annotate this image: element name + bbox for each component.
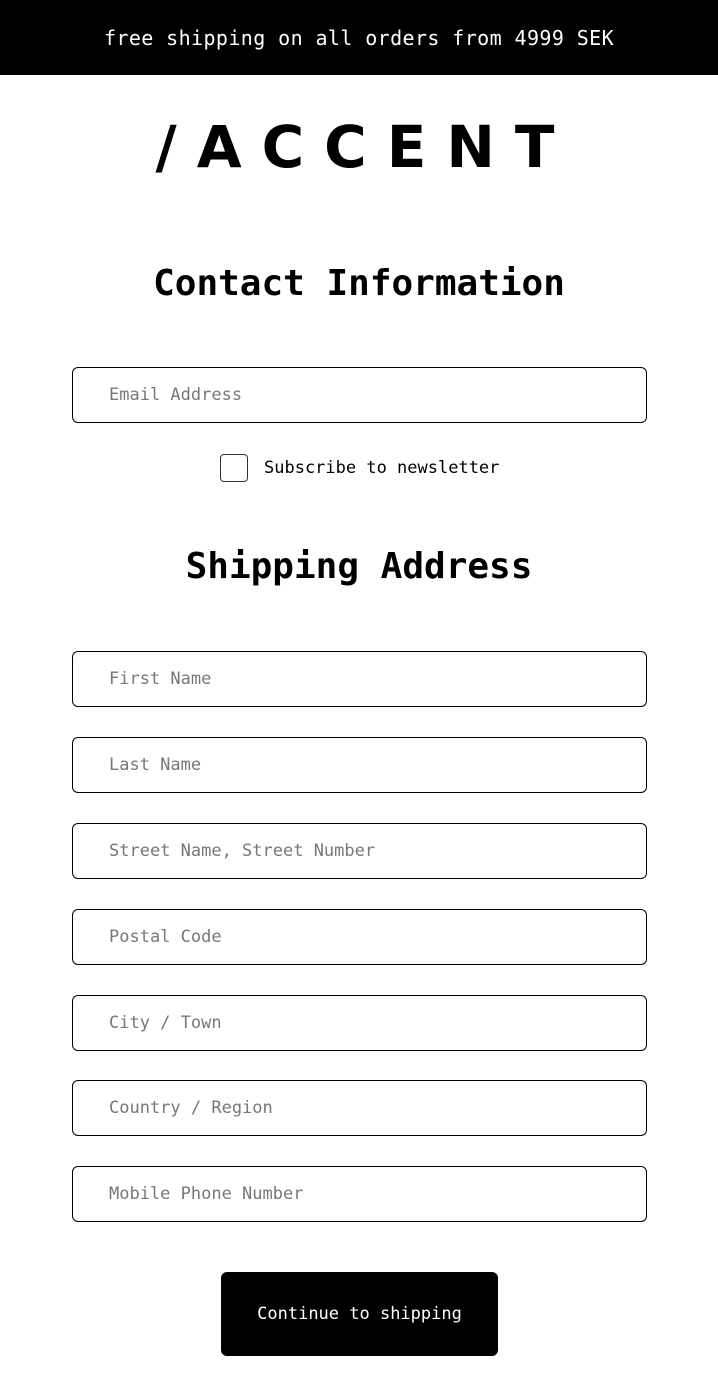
- announcement-bar: free shipping on all orders from 4999 SE…: [0, 0, 718, 75]
- country-field[interactable]: [72, 1080, 647, 1136]
- last-name-field[interactable]: [72, 737, 647, 793]
- contact-heading: Contact Information: [153, 263, 565, 304]
- shipping-heading: Shipping Address: [185, 546, 533, 587]
- newsletter-checkbox[interactable]: [220, 454, 248, 482]
- newsletter-option[interactable]: Subscribe to newsletter: [220, 452, 499, 484]
- email-field[interactable]: [72, 367, 647, 423]
- announcement-text: free shipping on all orders from 4999 SE…: [103, 25, 615, 50]
- street-field[interactable]: [72, 823, 647, 879]
- newsletter-label: Subscribe to newsletter: [264, 458, 500, 478]
- continue-to-shipping-button[interactable]: Continue to shipping: [221, 1272, 498, 1356]
- city-field[interactable]: [72, 995, 647, 1051]
- first-name-field[interactable]: [72, 651, 647, 707]
- phone-field[interactable]: [72, 1166, 647, 1222]
- postal-code-field[interactable]: [72, 909, 647, 965]
- brand-logo[interactable]: /ACCENT: [0, 110, 718, 184]
